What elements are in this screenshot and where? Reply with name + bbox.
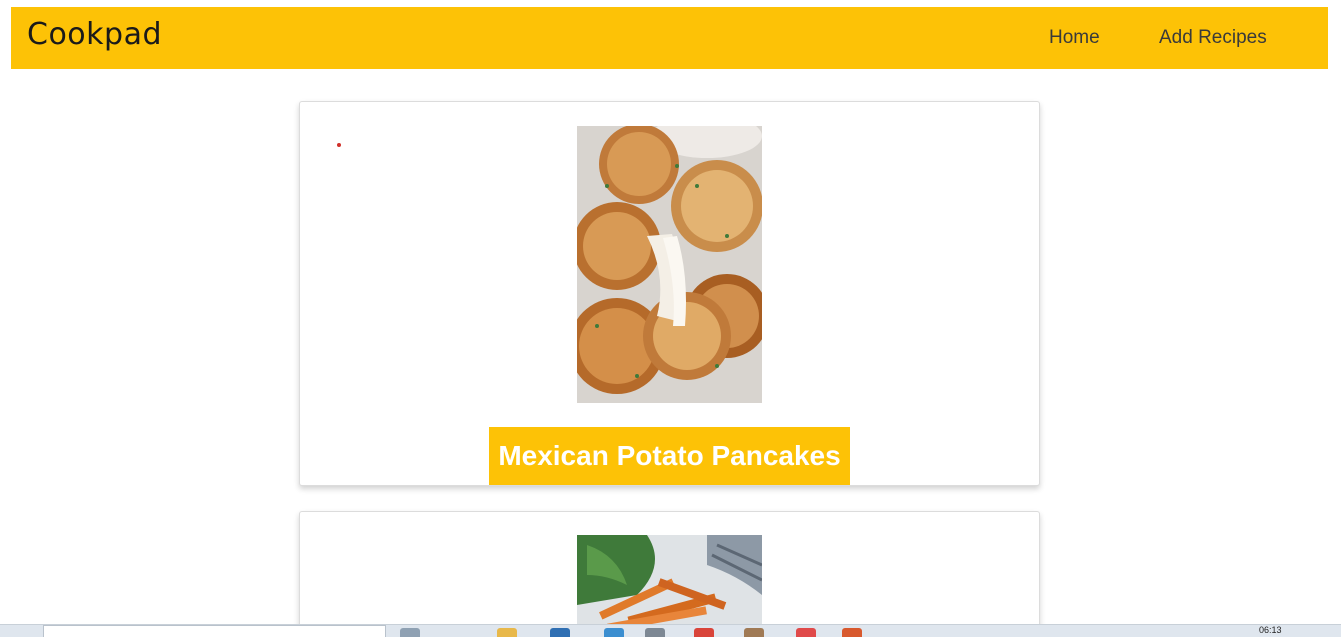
navbar: Cookpad Home Add Recipes [11,7,1328,69]
dot-marker [337,143,341,147]
nav-add-recipes-link[interactable]: Add Recipes [1159,27,1267,49]
potato-pancakes-photo [577,126,762,403]
system-clock[interactable]: 06:13 [1259,625,1282,635]
chrome-icon[interactable] [694,628,714,637]
brand-logo[interactable]: Cookpad [27,17,162,52]
opera-icon[interactable] [796,628,816,637]
nav-home-link[interactable]: Home [1049,27,1100,49]
store-icon[interactable] [550,628,570,637]
browser-icon[interactable] [400,628,420,637]
recipe-image[interactable] [577,126,762,403]
recipe-title-button[interactable]: Mexican Potato Pancakes [489,427,850,485]
calculator-icon[interactable] [645,628,665,637]
app-icon[interactable] [604,628,624,637]
folder-icon[interactable] [497,628,517,637]
office-icon[interactable] [842,628,862,637]
sweet-potato-fries-photo [577,535,762,637]
taskbar-search-input[interactable] [43,625,386,637]
recipe-card[interactable]: Mexican Potato Pancakes [299,101,1040,486]
recipe-card[interactable] [299,511,1040,637]
os-taskbar: 06:13 [0,624,1341,637]
recipe-image[interactable] [577,535,762,637]
user-icon[interactable] [744,628,764,637]
